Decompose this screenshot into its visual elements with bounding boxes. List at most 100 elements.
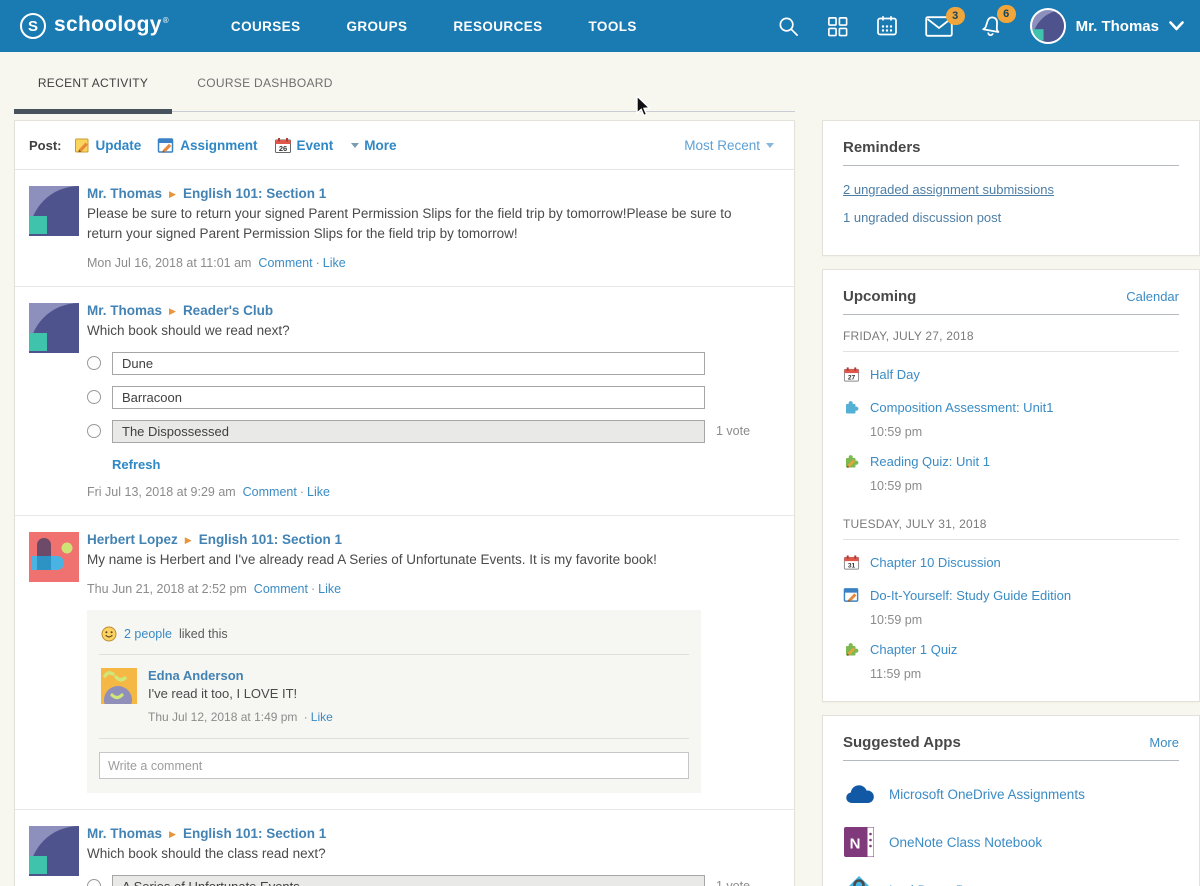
poll-radio[interactable] (87, 390, 101, 404)
user-menu[interactable]: Mr. Thomas (1030, 8, 1184, 44)
post-author-link[interactable]: Mr. Thomas (87, 826, 162, 841)
poll-radio[interactable] (87, 879, 101, 886)
write-comment-input[interactable] (99, 752, 689, 779)
post-event-button[interactable]: 26 Event (274, 137, 334, 154)
more-caret-icon (351, 143, 359, 148)
post-course-link[interactable]: English 101: Section 1 (183, 186, 326, 201)
reminder-ungraded-discussion[interactable]: 1 ungraded discussion post (843, 208, 1179, 228)
upcoming-event: Composition Assessment: Unit1 (843, 399, 1179, 418)
like-link[interactable]: Like (323, 256, 346, 270)
event-link[interactable]: Do-It-Yourself: Study Guide Edition (870, 587, 1071, 605)
nav-item-resources[interactable]: RESOURCES (453, 19, 542, 34)
svg-text:26: 26 (278, 144, 286, 153)
svg-text:N: N (850, 836, 861, 853)
avatar[interactable] (101, 668, 137, 704)
post-course-link[interactable]: Reader's Club (183, 303, 273, 318)
calendar-icon[interactable] (875, 14, 899, 38)
apps-more-link[interactable]: More (1149, 735, 1179, 750)
comment-link[interactable]: Comment (243, 485, 297, 499)
messages-icon[interactable]: 3 (925, 16, 953, 37)
post-course-link[interactable]: English 101: Section 1 (183, 826, 326, 841)
upcoming-panel: Upcoming Calendar FRIDAY, JULY 27, 2018 … (822, 269, 1200, 702)
app-link[interactable]: LockDown Browser (889, 883, 1005, 886)
upcoming-day-group: FRIDAY, JULY 27, 2018 27 Half Day Compos… (843, 329, 1179, 493)
post-assignment-button[interactable]: Assignment (157, 137, 257, 154)
tab-recent-activity[interactable]: RECENT ACTIVITY (14, 76, 172, 104)
avatar[interactable] (29, 532, 79, 582)
comment-link[interactable]: Comment (254, 582, 308, 596)
post-author-link[interactable]: Mr. Thomas (87, 303, 162, 318)
comment-link[interactable]: Comment (258, 256, 312, 270)
liked-by-link[interactable]: 2 people (124, 627, 172, 641)
main-nav: COURSES GROUPS RESOURCES TOOLS (231, 19, 637, 34)
tab-course-dashboard[interactable]: COURSE DASHBOARD (172, 76, 358, 104)
breadcrumb-arrow-icon: ▶ (185, 535, 192, 545)
feed-post: Herbert Lopez ▶ English 101: Section 1 My … (15, 516, 794, 811)
post-text: My name is Herbert and I've already read… (87, 550, 757, 570)
breadcrumb-arrow-icon: ▶ (169, 829, 176, 839)
poll-option[interactable]: A Series of Unfortunate Events (112, 875, 705, 886)
tab-bar: RECENT ACTIVITY COURSE DASHBOARD (14, 52, 795, 112)
poll-refresh-link[interactable]: Refresh (112, 457, 160, 472)
liked-suffix: liked this (179, 627, 228, 641)
calendar-day-icon: 27 (843, 366, 860, 386)
notifications-icon[interactable]: 6 (979, 14, 1004, 39)
post-label: Post: (29, 138, 62, 153)
sort-dropdown[interactable]: Most Recent (684, 138, 774, 153)
poll-radio[interactable] (87, 424, 101, 438)
event-link[interactable]: Half Day (870, 366, 920, 384)
sort-caret-icon (766, 143, 774, 148)
activity-feed: Post: Update Assignment 26 Event More Mo… (14, 120, 795, 886)
nav-item-groups[interactable]: GROUPS (346, 19, 407, 34)
post-more-button[interactable]: More (351, 138, 396, 153)
event-link[interactable]: Chapter 1 Quiz (870, 641, 957, 659)
event-time: 11:59 pm (870, 667, 1179, 681)
poll-option[interactable]: Dune (112, 352, 705, 375)
app-link[interactable]: OneNote Class Notebook (889, 835, 1042, 850)
post-author-link[interactable]: Mr. Thomas (87, 186, 162, 201)
upcoming-day-group: TUESDAY, JULY 31, 2018 31 Chapter 10 Dis… (843, 517, 1179, 681)
upcoming-event: Chapter 1 Quiz (843, 641, 1179, 660)
poll-question: Which book should the class read next? (87, 844, 757, 864)
post-header: Mr. Thomas▶Reader's Club (87, 303, 774, 318)
smiley-icon (101, 626, 117, 642)
like-link[interactable]: Like (307, 485, 330, 499)
schoology-logo[interactable]: S schoology® (20, 13, 169, 39)
event-link[interactable]: Composition Assessment: Unit1 (870, 399, 1054, 417)
avatar[interactable] (29, 186, 79, 236)
nav-item-tools[interactable]: TOOLS (589, 19, 637, 34)
comment-timestamp: Thu Jul 12, 2018 at 1:49 pm (148, 710, 297, 724)
messages-badge: 3 (946, 7, 965, 25)
app-grid-icon[interactable] (826, 15, 849, 38)
event-link[interactable]: Reading Quiz: Unit 1 (870, 453, 990, 471)
app-link[interactable]: Microsoft OneDrive Assignments (889, 787, 1085, 802)
svg-text:31: 31 (848, 562, 856, 569)
poll-question: Which book should we read next? (87, 321, 757, 341)
upcoming-event: Do-It-Yourself: Study Guide Edition (843, 587, 1179, 606)
nav-item-courses[interactable]: COURSES (231, 19, 301, 34)
top-navbar: S schoology® COURSES GROUPS RESOURCES TO… (0, 0, 1200, 52)
avatar[interactable] (29, 826, 79, 876)
calendar-day-icon: 31 (843, 554, 860, 574)
post-author-link[interactable]: Herbert Lopez (87, 532, 178, 547)
trademark-mark: ® (163, 16, 169, 25)
poll-option[interactable]: Barracoon (112, 386, 705, 409)
poll: Dune Barracoon The Dispossessed 1 vote R… (87, 352, 774, 472)
comment-author-link[interactable]: Edna Anderson (148, 668, 244, 683)
like-link[interactable]: Like (311, 710, 333, 724)
app-item: N OneNote Class Notebook (843, 827, 1179, 857)
poll-option-row: A Series of Unfortunate Events 1 vote (87, 875, 774, 886)
post-course-link[interactable]: English 101: Section 1 (199, 532, 342, 547)
post-update-button[interactable]: Update (74, 137, 142, 154)
search-icon[interactable] (777, 15, 800, 38)
calendar-link[interactable]: Calendar (1126, 289, 1179, 304)
poll-option[interactable]: The Dispossessed (112, 420, 705, 443)
assignment-icon (157, 137, 175, 154)
reminder-ungraded-assignments[interactable]: 2 ungraded assignment submissions (843, 180, 1179, 200)
app-item: Microsoft OneDrive Assignments (843, 779, 1179, 809)
assignment-icon (843, 587, 860, 606)
like-link[interactable]: Like (318, 582, 341, 596)
event-link[interactable]: Chapter 10 Discussion (870, 554, 1001, 572)
avatar[interactable] (29, 303, 79, 353)
poll-radio[interactable] (87, 356, 101, 370)
